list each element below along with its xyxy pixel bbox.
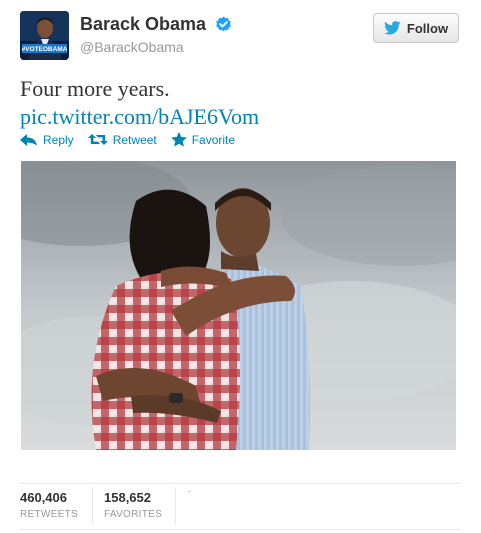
tweet-photo[interactable]: [21, 161, 456, 450]
favorites-label: FAVORITES: [104, 509, 163, 520]
reply-arrow-icon: [20, 133, 37, 146]
favorite-label: Favorite: [191, 132, 236, 147]
tweet-actions: Reply Retweet Favorite: [20, 132, 249, 147]
stat-divider: [175, 487, 176, 525]
favorites-stat[interactable]: 158,652 FAVORITES: [104, 490, 162, 520]
retweets-label: RETWEETS: [20, 509, 78, 520]
verified-badge-icon: [215, 16, 231, 32]
favorites-count: 158,652: [104, 490, 151, 505]
retweet-icon: [87, 134, 108, 145]
avatar-banner-text: #VOTEOBAMA: [22, 46, 68, 53]
tweet-text: Four more years.: [20, 76, 170, 101]
stat-divider: [92, 487, 93, 525]
user-full-name[interactable]: Barack Obama: [80, 14, 206, 35]
user-info: Barack Obama @BarackObama: [80, 14, 232, 55]
retweets-count: 460,406: [20, 490, 67, 505]
twitter-bird-icon: [383, 21, 401, 35]
star-icon: [170, 132, 187, 147]
tweet-media-link[interactable]: pic.twitter.com/bAJE6Vom: [20, 104, 259, 130]
retweet-label: Retweet: [112, 132, 157, 147]
faint-mark: [188, 491, 191, 492]
stats-divider-top: [20, 483, 460, 484]
stats-divider-bottom: [20, 529, 460, 530]
retweets-stat[interactable]: 460,406 RETWEETS: [20, 490, 78, 520]
retweet-action[interactable]: Retweet: [87, 132, 157, 147]
avatar[interactable]: #VOTEOBAMA: [20, 11, 69, 60]
tweet-card: #VOTEOBAMA Barack Obama @BarackObama Fol…: [0, 0, 481, 533]
reply-action[interactable]: Reply: [20, 133, 74, 147]
user-screen-name[interactable]: @BarackObama: [80, 39, 232, 55]
follow-button[interactable]: Follow: [373, 13, 459, 43]
reply-label: Reply: [43, 132, 74, 147]
favorite-action[interactable]: Favorite: [170, 132, 236, 147]
follow-button-label: Follow: [406, 20, 449, 36]
